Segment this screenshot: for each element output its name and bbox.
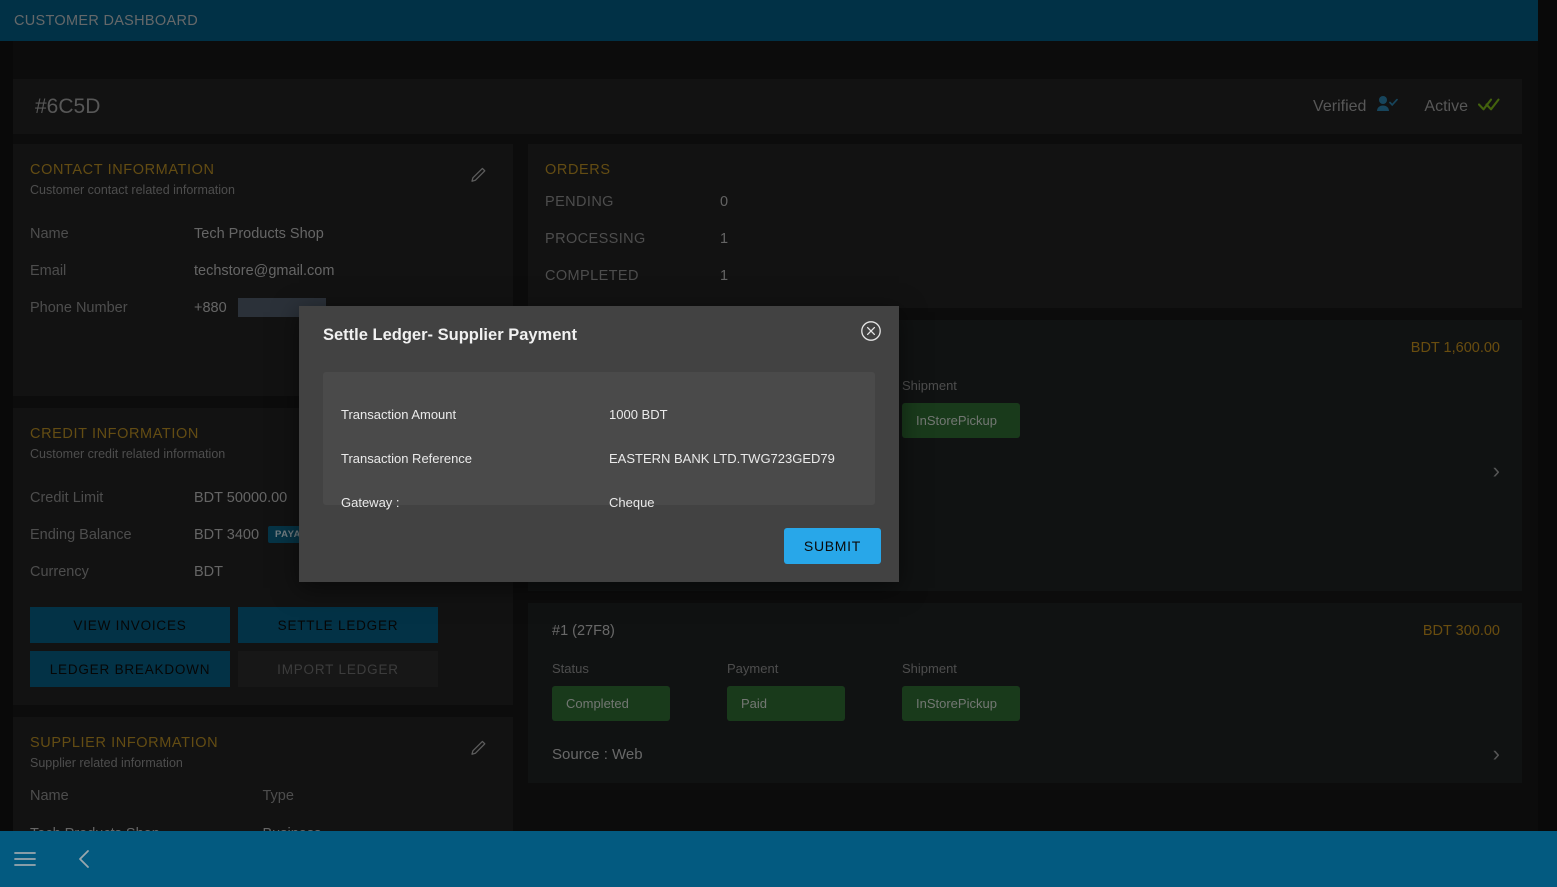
gateway-value: Cheque bbox=[609, 494, 655, 510]
bottom-navigation-bar bbox=[0, 831, 1557, 887]
modal-title: Settle Ledger- Supplier Payment bbox=[323, 326, 577, 344]
modal-row-amount: Transaction Amount 1000 BDT bbox=[341, 392, 857, 436]
chevron-left-icon[interactable] bbox=[72, 846, 98, 872]
modal-row-gateway: Gateway : Cheque bbox=[341, 480, 857, 524]
transaction-reference-label: Transaction Reference bbox=[341, 450, 473, 466]
transaction-amount-label: Transaction Amount bbox=[341, 406, 457, 422]
modal-row-reference: Transaction Reference EASTERN BANK LTD.T… bbox=[341, 436, 857, 480]
customer-dashboard-page: CUSTOMER DASHBOARD #6C5D Verified Active… bbox=[0, 0, 1557, 887]
submit-button[interactable]: SUBMIT bbox=[783, 528, 881, 564]
close-circle-icon[interactable] bbox=[860, 320, 882, 342]
settle-ledger-modal: Settle Ledger- Supplier Payment Transact… bbox=[299, 306, 899, 582]
hamburger-menu-icon[interactable] bbox=[12, 846, 38, 872]
modal-details-panel: Transaction Amount 1000 BDT Transaction … bbox=[323, 372, 875, 510]
gateway-label: Gateway : bbox=[341, 494, 400, 510]
transaction-amount-value: 1000 BDT bbox=[609, 406, 668, 422]
transaction-reference-value: EASTERN BANK LTD.TWG723GED79 bbox=[609, 450, 835, 466]
